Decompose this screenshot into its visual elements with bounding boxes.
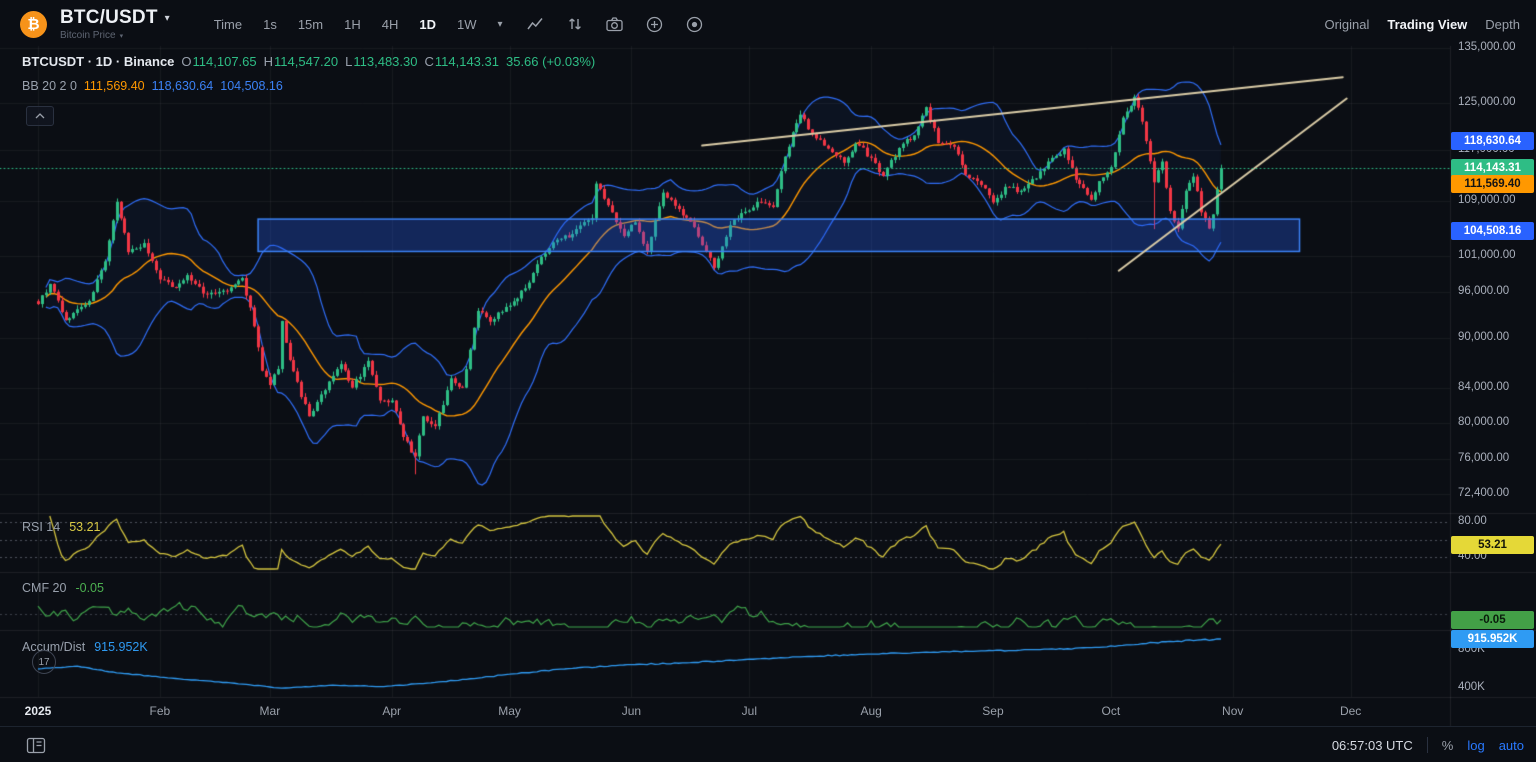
time-axis-label-apr[interactable]: Apr (382, 704, 401, 718)
price-axis-tick: 109,000.00 (1458, 194, 1516, 206)
subtitle-caret-icon: ▾ (120, 32, 124, 40)
last-price-badge: 114,143.31 (1451, 159, 1534, 177)
price-axis-tick: 76,000.00 (1458, 452, 1509, 464)
bitcoin-logo-icon: ₿ (20, 11, 47, 38)
timeframe-1s[interactable]: 1s (263, 17, 277, 32)
time-axis-label-sep[interactable]: Sep (982, 704, 1003, 718)
view-mode-depth[interactable]: Depth (1485, 17, 1520, 32)
symbol-subtitle: Bitcoin Price ▾ (60, 30, 170, 41)
ohlc-legend-row: BTCUSDT · 1D · Binance O114,107.65 H114,… (22, 54, 595, 74)
close-value: 114,143.31 (435, 54, 499, 69)
open-value: 114,107.65 (193, 54, 257, 69)
log-scale-button[interactable]: log (1467, 738, 1484, 753)
cmf-label[interactable]: CMF 20 (22, 581, 66, 595)
cmf-value-badge: -0.05 (1451, 611, 1534, 629)
divider (1427, 737, 1428, 753)
chart-tools-group (525, 14, 705, 34)
price-axis-tick: 84,000.00 (1458, 381, 1509, 393)
rsi-value: 53.21 (69, 520, 100, 534)
time-axis-label-jul[interactable]: Jul (742, 704, 757, 718)
camera-icon[interactable] (605, 14, 625, 34)
close-label: C (424, 54, 433, 69)
view-mode-original[interactable]: Original (1325, 17, 1370, 32)
symbol-title[interactable]: BTC/USDT (60, 7, 158, 29)
collapse-legend-button[interactable] (26, 106, 54, 126)
bb-upper-price-badge: 118,630.64 (1451, 132, 1534, 150)
symbol-subtitle-text: Bitcoin Price (60, 30, 116, 41)
view-mode-trading-view[interactable]: Trading View (1387, 17, 1467, 32)
timeframe-group: Time 1s 15m 1H 4H 1D 1W ▾ (214, 17, 503, 32)
rsi-value-badge: 53.21 (1451, 536, 1534, 554)
bb-upper-value: 118,630.64 (152, 79, 214, 93)
bb-legend-row: BB 20 2 0 111,569.40 118,630.64 104,508.… (22, 79, 595, 99)
compare-arrows-icon[interactable] (565, 14, 585, 34)
price-axis[interactable]: 135,000.00125,000.00117,000.00109,000.00… (1450, 0, 1536, 726)
timeframe-time[interactable]: Time (214, 17, 242, 32)
low-value: 113,483.30 (353, 54, 417, 69)
price-axis-tick: 80,000.00 (1458, 416, 1509, 428)
symbol-block[interactable]: BTC/USDT ▾ Bitcoin Price ▾ (60, 7, 170, 41)
timeframe-1d[interactable]: 1D (419, 17, 436, 32)
change-value: 35.66 (+0.03%) (506, 54, 595, 69)
target-icon[interactable] (685, 14, 705, 34)
bb-indicator-label[interactable]: BB 20 2 0 (22, 79, 77, 93)
price-axis-tick: 72,400.00 (1458, 487, 1509, 499)
topbar: ₿ BTC/USDT ▾ Bitcoin Price ▾ Time 1s 15m 1H… (0, 0, 1536, 48)
time-axis-label-mar[interactable]: Mar (260, 704, 281, 718)
price-axis-tick: 90,000.00 (1458, 331, 1509, 343)
price-chart-canvas[interactable] (0, 0, 1536, 762)
day-marker-badge: 17 (32, 650, 56, 674)
trading-app: ₿ BTC/USDT ▾ Bitcoin Price ▾ Time 1s 15m 1H… (0, 0, 1536, 762)
high-value: 114,547.20 (274, 54, 338, 69)
bb-basis-value: 111,569.40 (84, 79, 145, 93)
timeframe-1h[interactable]: 1H (344, 17, 361, 32)
bottom-toolbar: 06:57:03 UTC % log auto (0, 726, 1536, 762)
bb-basis-price-badge: 111,569.40 (1451, 175, 1534, 193)
accum-dist-label[interactable]: Accum/Dist (22, 640, 85, 654)
symbol-caret-icon[interactable]: ▾ (165, 13, 170, 24)
layout-panel-icon[interactable] (26, 735, 46, 755)
time-axis-label-nov[interactable]: Nov (1222, 704, 1243, 718)
chart-legend: BTCUSDT · 1D · Binance O114,107.65 H114,… (22, 54, 595, 104)
add-indicator-icon[interactable] (645, 14, 665, 34)
utc-clock: 06:57:03 UTC (1332, 738, 1413, 753)
accum-dist-value: 915.952K (94, 640, 148, 654)
price-axis-tick: 125,000.00 (1458, 96, 1516, 108)
bb-lower-value: 104,508.16 (220, 79, 283, 93)
view-mode-group: Original Trading View Depth (1325, 17, 1536, 32)
chart-style-icon[interactable] (525, 14, 545, 34)
price-axis-tick: 101,000.00 (1458, 249, 1516, 261)
rsi-axis-tick: 80.00 (1458, 515, 1487, 527)
accum-dist-axis-tick: 400K (1458, 681, 1485, 693)
auto-scale-button[interactable]: auto (1499, 738, 1524, 753)
cmf-pane-title: CMF 20 -0.05 (22, 581, 104, 595)
day-marker-label: 17 (38, 657, 49, 668)
time-axis-label-aug[interactable]: Aug (860, 704, 881, 718)
time-axis-label-feb[interactable]: Feb (149, 704, 170, 718)
accum-dist-value-badge: 915.952K (1451, 630, 1534, 648)
timeframe-menu-caret-icon[interactable]: ▾ (498, 19, 503, 30)
rsi-label[interactable]: RSI 14 (22, 520, 60, 534)
time-axis[interactable]: 2025 Feb Mar Apr May Jun Jul Aug Sep Oct Nov Dec (0, 698, 1450, 726)
time-axis-label-may[interactable]: May (498, 704, 521, 718)
bb-lower-price-badge: 104,508.16 (1451, 222, 1534, 240)
cmf-value: -0.05 (75, 581, 104, 595)
open-label: O (181, 54, 191, 69)
timeframe-1w[interactable]: 1W (457, 17, 477, 32)
legend-symbol-text[interactable]: BTCUSDT · 1D · Binance (22, 54, 174, 69)
price-axis-tick: 96,000.00 (1458, 285, 1509, 297)
high-label: H (264, 54, 273, 69)
timeframe-4h[interactable]: 4H (382, 17, 399, 32)
time-axis-label-jun[interactable]: Jun (622, 704, 641, 718)
time-axis-label-oct[interactable]: Oct (1102, 704, 1121, 718)
timeframe-15m[interactable]: 15m (298, 17, 323, 32)
time-axis-label-dec[interactable]: Dec (1340, 704, 1361, 718)
rsi-pane-title: RSI 14 53.21 (22, 520, 101, 534)
percent-scale-button[interactable]: % (1442, 738, 1454, 753)
time-axis-label-2025[interactable]: 2025 (25, 704, 52, 718)
low-label: L (345, 54, 352, 69)
